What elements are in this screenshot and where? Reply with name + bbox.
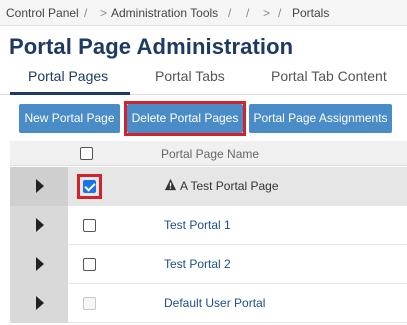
breadcrumb-prefix: > xyxy=(263,6,271,20)
new-portal-page-button[interactable]: New Portal Page xyxy=(19,104,120,133)
table-row[interactable]: Test Portal 1 xyxy=(10,206,407,245)
breadcrumb-separator: / xyxy=(246,6,250,20)
column-header-portal-page-name[interactable]: Portal Page Name xyxy=(161,147,259,161)
expand-arrow-icon xyxy=(36,218,44,232)
expand-arrow-icon xyxy=(36,179,44,193)
breadcrumb-prefix: > xyxy=(100,6,108,20)
row-checkbox-disabled xyxy=(83,297,96,310)
expand-arrow-icon xyxy=(36,257,44,271)
row-checkbox[interactable] xyxy=(83,219,96,232)
tab-portal-tabs[interactable]: Portal Tabs xyxy=(155,68,225,84)
active-tab-indicator xyxy=(10,92,130,95)
breadcrumb-item-portals[interactable]: Portals xyxy=(292,6,329,20)
table-row[interactable]: Test Portal 2 xyxy=(10,245,407,284)
row-name: A Test Portal Page xyxy=(180,179,279,193)
grid-header: Portal Page Name xyxy=(10,141,407,166)
row-expander[interactable] xyxy=(10,167,68,206)
checkbox-highlight xyxy=(77,174,102,199)
checkbox-box xyxy=(80,147,93,160)
tab-portal-tab-content[interactable]: Portal Tab Content xyxy=(271,68,387,84)
page-title: Portal Page Administration xyxy=(9,34,294,59)
breadcrumb-separator: / xyxy=(228,6,232,20)
tab-portal-pages[interactable]: Portal Pages xyxy=(28,68,108,84)
select-all-checkbox[interactable] xyxy=(80,147,93,160)
portal-page-assignments-button[interactable]: Portal Page Assignments xyxy=(249,104,392,133)
row-expander[interactable] xyxy=(10,284,68,323)
row-name-link[interactable]: Test Portal 1 xyxy=(164,218,231,232)
expand-arrow-icon xyxy=(36,296,44,310)
row-name-link[interactable]: Default User Portal xyxy=(164,296,265,310)
breadcrumb-separator: / xyxy=(84,6,88,20)
row-checkbox[interactable] xyxy=(83,258,96,271)
breadcrumb-item-administration-tools[interactable]: Administration Tools xyxy=(111,6,218,20)
breadcrumb-item-control-panel[interactable]: Control Panel xyxy=(6,6,79,20)
row-name-link[interactable]: Test Portal 2 xyxy=(164,257,231,271)
row-expander[interactable] xyxy=(10,245,68,284)
row-expander[interactable] xyxy=(10,206,68,245)
delete-button-highlight xyxy=(124,101,246,136)
table-row[interactable]: Default User Portal xyxy=(10,284,407,323)
warning-icon xyxy=(164,178,177,191)
table-row[interactable]: A Test Portal Page xyxy=(10,167,407,206)
portal-pages-grid: Portal Page Name A Test Portal Page Test… xyxy=(10,141,407,325)
breadcrumb-separator: / xyxy=(278,6,282,20)
breadcrumb: Control Panel / > Administration Tools /… xyxy=(0,0,407,26)
